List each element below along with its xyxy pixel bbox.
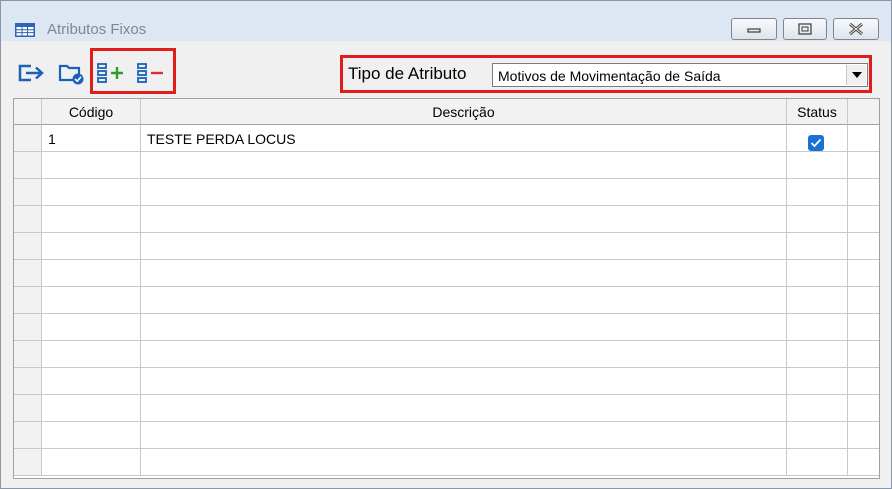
grid-cell[interactable]: [848, 287, 879, 314]
title-bar[interactable]: Atributos Fixos: [1, 1, 891, 41]
grid-cell[interactable]: [848, 125, 879, 152]
row-indicator[interactable]: [14, 449, 42, 476]
grid-cell[interactable]: [787, 314, 848, 341]
window-app-icon: [15, 23, 35, 37]
grid-cell[interactable]: [42, 395, 141, 422]
row-indicator-header: [14, 99, 42, 125]
grid-cell[interactable]: [787, 395, 848, 422]
tipo-atributo-select[interactable]: Motivos de Movimentação de Saída: [492, 63, 868, 87]
data-cell-codigo[interactable]: 1: [42, 125, 141, 152]
grid-cell[interactable]: [848, 152, 879, 179]
grid-cell[interactable]: [42, 368, 141, 395]
grid-cell[interactable]: [787, 179, 848, 206]
row-indicator[interactable]: [14, 287, 42, 314]
grid-cell[interactable]: [787, 368, 848, 395]
tipo-atributo-value: Motivos de Movimentação de Saída: [498, 68, 721, 84]
grid-cell[interactable]: [141, 152, 787, 179]
status-checkbox[interactable]: [808, 135, 824, 151]
grid-cell[interactable]: [141, 449, 787, 476]
maximize-button[interactable]: [783, 18, 827, 40]
grid-cell[interactable]: [42, 233, 141, 260]
grid-cell[interactable]: [141, 395, 787, 422]
grid-cell[interactable]: [141, 341, 787, 368]
attributes-grid[interactable]: Código Descrição Status 1 TESTE PERDA LO…: [13, 98, 880, 479]
header-filler: [848, 99, 879, 125]
grid-cell[interactable]: [141, 206, 787, 233]
data-cell-descricao[interactable]: TESTE PERDA LOCUS: [141, 125, 787, 152]
grid-cell[interactable]: [787, 233, 848, 260]
row-indicator[interactable]: [14, 206, 42, 233]
grid-cell[interactable]: [848, 260, 879, 287]
grid-cell[interactable]: [787, 206, 848, 233]
row-indicator[interactable]: [14, 179, 42, 206]
cell-codigo-value: 1: [48, 131, 56, 147]
grid-cell[interactable]: [42, 422, 141, 449]
row-indicator[interactable]: [14, 152, 42, 179]
grid-cell[interactable]: [141, 368, 787, 395]
grid-cell[interactable]: [42, 260, 141, 287]
chevron-down-icon: [852, 72, 862, 78]
grid-cell[interactable]: [848, 449, 879, 476]
tipo-atributo-label: Tipo de Atributo: [348, 64, 467, 83]
grid-cell[interactable]: [787, 422, 848, 449]
column-header-status[interactable]: Status: [787, 99, 848, 125]
grid-cell[interactable]: [42, 152, 141, 179]
grid-cell[interactable]: [141, 260, 787, 287]
add-remove-highlight-box: [90, 48, 176, 94]
cell-descricao-value: TESTE PERDA LOCUS: [147, 131, 296, 147]
grid-cell[interactable]: [787, 449, 848, 476]
row-indicator[interactable]: [14, 314, 42, 341]
grid-cell[interactable]: [141, 233, 787, 260]
dropdown-button[interactable]: [846, 65, 866, 85]
grid-cell[interactable]: [848, 395, 879, 422]
grid-cell[interactable]: [42, 449, 141, 476]
close-button[interactable]: [833, 18, 879, 40]
grid-cell[interactable]: [848, 206, 879, 233]
grid-cell[interactable]: [848, 179, 879, 206]
row-indicator[interactable]: [14, 260, 42, 287]
row-indicator[interactable]: [14, 233, 42, 260]
minimize-icon: [747, 28, 761, 33]
grid-cell[interactable]: [848, 368, 879, 395]
grid-cell[interactable]: [787, 341, 848, 368]
window-title: Atributos Fixos: [47, 21, 147, 38]
grid-cell[interactable]: [848, 341, 879, 368]
row-indicator[interactable]: [14, 422, 42, 449]
grid-cell[interactable]: [42, 314, 141, 341]
row-indicator[interactable]: [14, 395, 42, 422]
row-indicator[interactable]: [14, 368, 42, 395]
grid-cell[interactable]: [141, 314, 787, 341]
close-icon: [849, 22, 863, 36]
row-indicator[interactable]: [14, 341, 42, 368]
grid-cell[interactable]: [42, 287, 141, 314]
exit-button[interactable]: [13, 55, 49, 89]
column-header-codigo[interactable]: Código: [42, 99, 141, 125]
grid-cell[interactable]: [42, 179, 141, 206]
grid-cell[interactable]: [42, 206, 141, 233]
minimize-button[interactable]: [731, 18, 777, 40]
grid-cell[interactable]: [787, 152, 848, 179]
grid-cell[interactable]: [848, 422, 879, 449]
grid-cell[interactable]: [787, 287, 848, 314]
folder-check-icon: [58, 64, 84, 85]
checkmark-icon: [810, 138, 822, 148]
exit-arrow-icon: [18, 64, 44, 82]
grid-cell[interactable]: [42, 341, 141, 368]
grid-cell[interactable]: [848, 233, 879, 260]
row-indicator[interactable]: [14, 125, 42, 152]
grid-cell[interactable]: [141, 287, 787, 314]
maximize-icon: [798, 23, 812, 35]
save-button[interactable]: [53, 55, 89, 89]
grid-cell[interactable]: [848, 314, 879, 341]
column-header-descricao[interactable]: Descrição: [141, 99, 787, 125]
grid-cell[interactable]: [141, 422, 787, 449]
grid-cell[interactable]: [141, 179, 787, 206]
grid-cell[interactable]: [787, 260, 848, 287]
window: Atributos Fixos Tipo de Atributo Motivos…: [0, 0, 892, 489]
